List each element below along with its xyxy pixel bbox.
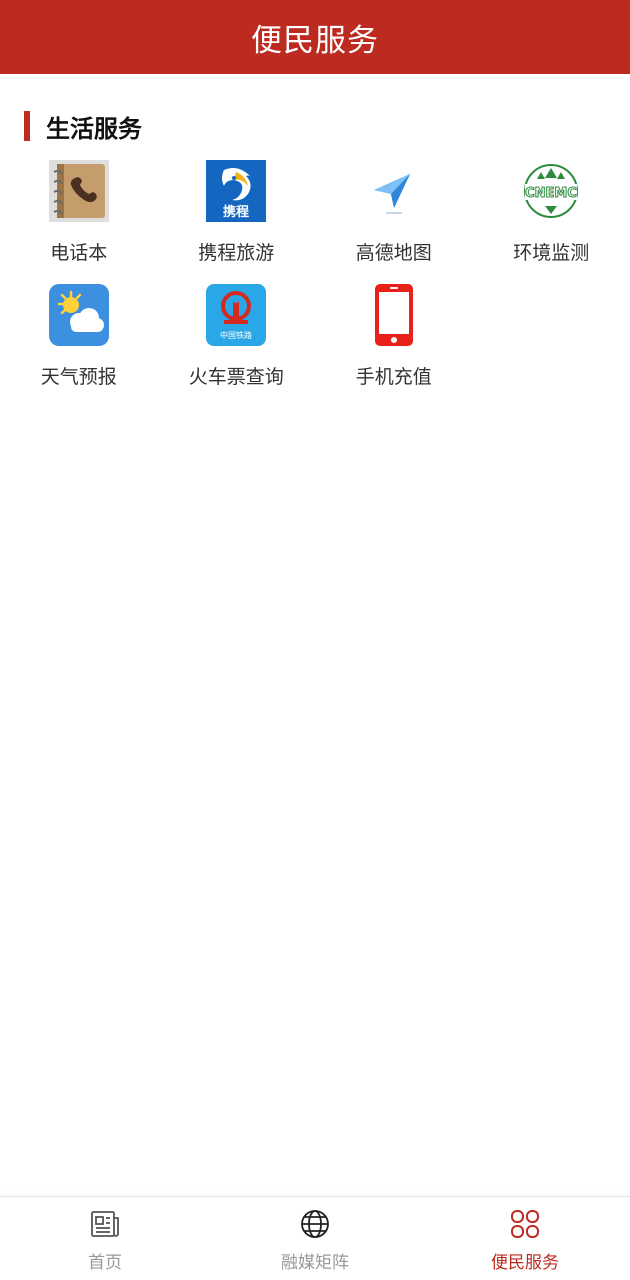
service-grid: 电话本 携程 携程旅游 高德地图 CNEMC 环境监测 天气预报 中国铁路 火车…: [0, 160, 630, 400]
mobile-phone-icon: [364, 284, 424, 346]
tab-home[interactable]: 首页: [0, 1197, 210, 1280]
amap-icon: [363, 160, 424, 222]
service-label: 天气预报: [40, 366, 117, 388]
section-accent-bar: [24, 111, 30, 141]
svg-text:携程: 携程: [223, 204, 249, 220]
weather-icon: [48, 284, 109, 346]
newspaper-icon: [89, 1208, 121, 1240]
phonebook-icon: [48, 160, 109, 222]
service-railway[interactable]: 中国铁路 火车票查询: [158, 284, 316, 400]
cnemc-icon: CNEMC: [521, 160, 581, 222]
bottom-tab-bar: 首页 融媒矩阵 便民服务: [0, 1196, 630, 1280]
tab-label: 首页: [88, 1253, 122, 1273]
service-phonebook[interactable]: 电话本: [0, 160, 158, 276]
tab-label: 融媒矩阵: [281, 1253, 349, 1273]
page-title: 便民服务: [251, 22, 379, 59]
service-label: 火车票查询: [188, 366, 284, 388]
app-header: 便民服务: [0, 0, 630, 74]
service-label: 高德地图: [355, 242, 432, 264]
tab-label: 便民服务: [491, 1253, 559, 1273]
service-environment[interactable]: CNEMC 环境监测: [473, 160, 630, 276]
grid-icon: [509, 1208, 541, 1240]
service-amap[interactable]: 高德地图: [315, 160, 473, 276]
svg-text:中国铁路: 中国铁路: [220, 330, 252, 340]
tab-convenience-services[interactable]: 便民服务: [420, 1197, 630, 1280]
service-label: 携程旅游: [198, 242, 275, 264]
svg-text:CNEMC: CNEMC: [525, 186, 577, 201]
service-mobile-topup[interactable]: 手机充值: [315, 284, 473, 400]
globe-icon: [299, 1208, 331, 1240]
section-title: 生活服务: [46, 114, 142, 143]
railway-icon: 中国铁路: [206, 284, 267, 346]
service-label: 电话本: [50, 242, 108, 264]
service-label: 手机充值: [355, 366, 432, 388]
tab-media-matrix[interactable]: 融媒矩阵: [210, 1197, 420, 1280]
service-weather[interactable]: 天气预报: [0, 284, 158, 400]
section-header: 生活服务: [24, 108, 142, 144]
ctrip-icon: 携程: [206, 160, 267, 222]
service-ctrip[interactable]: 携程 携程旅游: [158, 160, 316, 276]
service-label: 环境监测: [513, 242, 590, 264]
